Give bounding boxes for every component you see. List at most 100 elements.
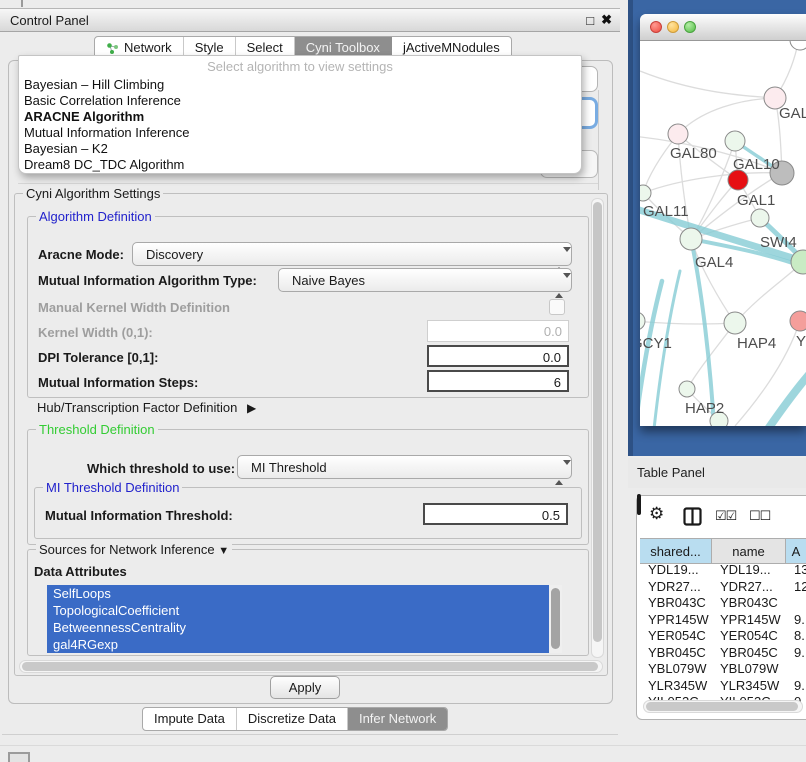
select-all-checkboxes-icon[interactable]: ☑☑: [715, 508, 736, 524]
table-cell: YPR145W: [640, 612, 712, 629]
tab-discretize-data[interactable]: Discretize Data: [237, 708, 348, 730]
minimize-traffic-light[interactable]: [667, 21, 679, 33]
manual-kernel-checkbox[interactable]: [549, 299, 565, 315]
mi-threshold-field[interactable]: 0.5: [423, 503, 568, 525]
mi-threshold-title: MI Threshold Definition: [43, 480, 182, 495]
column-header-name[interactable]: name: [712, 539, 786, 563]
kernel-width-label: Kernel Width (0,1):: [38, 325, 153, 340]
table-cell: 13: [786, 562, 806, 579]
data-attribute-selfloops[interactable]: SelfLoops: [47, 585, 562, 602]
algorithm-option-bayesian-hill-climbing[interactable]: Bayesian – Hill Climbing: [19, 77, 581, 93]
network-node-y[interactable]: [790, 311, 806, 331]
top-tick-mark: [21, 0, 23, 7]
network-node-gal4[interactable]: [680, 228, 702, 250]
data-attribute-gal4rgexp[interactable]: gal4RGexp: [47, 636, 562, 653]
table-cell: YDR27...: [712, 579, 786, 596]
network-node-hap2[interactable]: [679, 381, 695, 397]
table-row[interactable]: YBR045CYBR045C9.: [640, 645, 806, 662]
tab-infer-network[interactable]: Infer Network: [348, 708, 447, 730]
columns-icon[interactable]: [683, 507, 702, 526]
table-row[interactable]: YDR27...YDR27...12: [640, 579, 806, 596]
table-cell: YER054C: [640, 628, 712, 645]
gear-icon[interactable]: ⚙: [649, 504, 664, 524]
network-window-titlebar[interactable]: [640, 14, 806, 41]
table-cell: 9.: [786, 678, 806, 695]
sources-expand-icon[interactable]: ▼: [218, 545, 229, 557]
algorithm-option-dream8-dc-tdc-algorithm[interactable]: Dream8 DC_TDC Algorithm: [19, 157, 581, 173]
network-node-label: GAL80: [670, 145, 717, 162]
table-row[interactable]: YDL19...YDL19...13: [640, 562, 806, 579]
network-node-label: HAP4: [737, 335, 776, 352]
table-row[interactable]: YER054CYER054C8.: [640, 628, 806, 645]
close-traffic-light[interactable]: [650, 21, 662, 33]
mi-threshold-group: MI Threshold Definition Mutual Informati…: [34, 487, 582, 539]
table-toolbar: ⚙ ☑☑ ☐☐: [637, 496, 806, 538]
table-cell: 8.: [786, 628, 806, 645]
table-row[interactable]: YBR043CYBR043C: [640, 595, 806, 612]
table-row[interactable]: YPR145WYPR145W9.: [640, 612, 806, 629]
mi-type-select[interactable]: Naive Bayes: [278, 268, 572, 292]
hub-definition-label: Hub/Transcription Factor Definition: [37, 400, 237, 415]
network-node-gcy1[interactable]: [640, 312, 645, 330]
tab-impute-data[interactable]: Impute Data: [143, 708, 237, 730]
export-table-icon[interactable]: [637, 494, 641, 515]
algorithm-option-mutual-information-inference[interactable]: Mutual Information Inference: [19, 125, 581, 141]
table-cell: YBL079W: [640, 661, 712, 678]
mi-threshold-label: Mutual Information Threshold:: [45, 508, 233, 523]
settings-vertical-scrollbar[interactable]: [591, 198, 604, 658]
float-window-icon[interactable]: □: [586, 13, 594, 28]
dpi-tolerance-field[interactable]: 0.0: [427, 345, 569, 367]
kernel-width-field[interactable]: 0.0: [427, 320, 569, 342]
which-threshold-select[interactable]: MI Threshold: [237, 455, 572, 479]
network-node-gal80[interactable]: [668, 124, 688, 144]
table-row[interactable]: YBL079WYBL079W: [640, 661, 806, 678]
mi-steps-field[interactable]: 6: [427, 370, 569, 392]
settings-horizontal-scrollbar[interactable]: [19, 660, 603, 673]
apply-button[interactable]: Apply: [270, 676, 340, 699]
sources-title[interactable]: Sources for Network Inference ▼: [36, 542, 232, 557]
settings-group-title: Cyni Algorithm Settings: [23, 186, 163, 201]
aracne-mode-label: Aracne Mode:: [38, 247, 124, 262]
network-node-label: GAL1: [737, 192, 775, 209]
network-node-label: Y: [796, 333, 806, 350]
algorithm-option-aracne-algorithm[interactable]: ARACNE Algorithm: [19, 109, 581, 125]
attributes-scrollbar[interactable]: [549, 585, 562, 653]
network-canvas[interactable]: GALGAL80GAL10GAL1GAL11GAL4SWI4GCY1HAP4YH…: [640, 41, 806, 426]
hub-definition-toggle[interactable]: Hub/Transcription Factor Definition ▶: [37, 400, 256, 415]
algorithm-definition-group: Algorithm Definition Aracne Mode: Discov…: [27, 216, 589, 398]
network-node-gal11[interactable]: [640, 185, 651, 201]
network-node-hap4[interactable]: [724, 312, 746, 334]
panel-grip[interactable]: [8, 752, 30, 762]
network-window: GALGAL80GAL10GAL1GAL11GAL4SWI4GCY1HAP4YH…: [640, 14, 806, 426]
table-cell: YBR043C: [712, 595, 786, 612]
column-header-third[interactable]: A: [786, 539, 806, 563]
data-attributes-list: SelfLoopsTopologicalCoefficientBetweenne…: [47, 585, 562, 653]
tab-infer-network-label: Infer Network: [359, 708, 436, 730]
table-row[interactable]: YLR345WYLR345W9.: [640, 678, 806, 695]
deselect-all-checkboxes-icon[interactable]: ☐☐: [749, 508, 770, 524]
algorithm-option-basic-correlation-inference[interactable]: Basic Correlation Inference: [19, 93, 581, 109]
network-node-gal1[interactable]: [751, 209, 769, 227]
table-cell: YBR045C: [712, 645, 786, 662]
manual-kernel-label: Manual Kernel Width Definition: [38, 300, 230, 315]
control-panel-title: Control Panel: [10, 13, 89, 28]
control-panel-titlebar: Control Panel □ ✖: [0, 8, 620, 32]
close-window-icon[interactable]: ✖: [601, 12, 612, 28]
network-node-gal10[interactable]: [725, 131, 745, 151]
network-node[interactable]: [790, 41, 806, 50]
column-header-shared[interactable]: shared...: [640, 539, 712, 563]
mi-type-value: Naive Bayes: [292, 273, 365, 288]
hub-expand-icon[interactable]: ▶: [247, 401, 256, 415]
threshold-definition-group: Threshold Definition Which threshold to …: [27, 429, 589, 545]
table-horizontal-scrollbar[interactable]: [643, 700, 803, 713]
data-attribute-topologicalcoefficient[interactable]: TopologicalCoefficient: [47, 602, 562, 619]
network-node[interactable]: [728, 170, 748, 190]
aracne-mode-select[interactable]: Discovery: [132, 242, 572, 266]
hidden-border-vline: [598, 90, 599, 190]
algorithm-option-bayesian-k2[interactable]: Bayesian – K2: [19, 141, 581, 157]
which-threshold-value: MI Threshold: [251, 460, 327, 475]
table-header-row: shared... name A: [640, 538, 806, 564]
data-attribute-betweennesscentrality[interactable]: BetweennessCentrality: [47, 619, 562, 636]
zoom-traffic-light[interactable]: [684, 21, 696, 33]
network-node-label: GAL4: [695, 254, 733, 271]
